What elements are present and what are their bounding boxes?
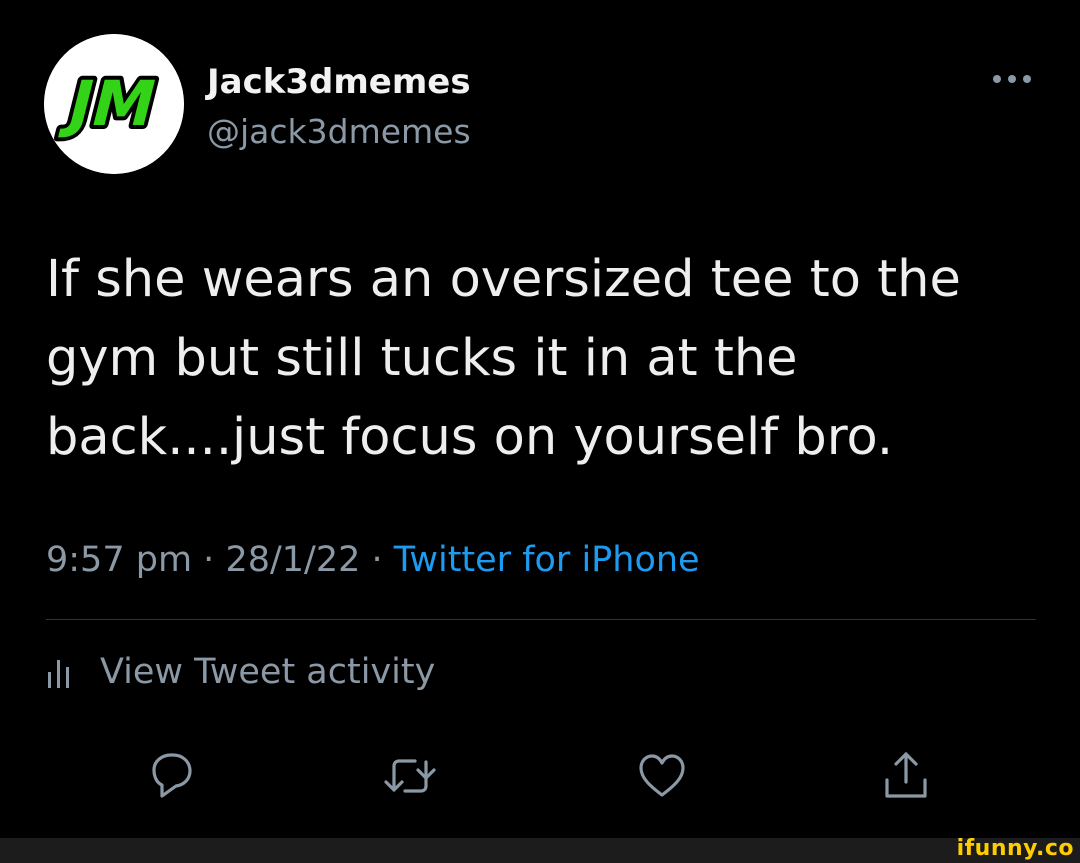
footer-bar (0, 838, 1080, 863)
watermark-logo: ifunny.co (956, 836, 1074, 861)
reply-button[interactable] (142, 746, 202, 806)
tweet-text-line: gym but still tucks it in at the (46, 329, 798, 388)
like-icon (639, 754, 685, 797)
meta-separator: · (360, 540, 394, 580)
meta-separator: · (192, 540, 226, 580)
retweet-icon (384, 759, 436, 793)
divider (46, 619, 1036, 620)
share-button[interactable] (876, 746, 936, 806)
reply-icon (152, 753, 192, 798)
avatar[interactable]: JM JM (44, 34, 184, 174)
activity-label: View Tweet activity (100, 652, 436, 692)
tweet-text: If she wears an oversized tee to the gym… (46, 240, 1036, 477)
retweet-button[interactable] (380, 746, 440, 806)
like-button[interactable] (632, 746, 692, 806)
jm-logo-icon: JM JM (44, 34, 184, 174)
user-handle[interactable]: @jack3dmemes (207, 112, 471, 151)
tweet-text-line: back....just focus on yourself bro. (46, 408, 894, 467)
more-icon (993, 75, 1031, 83)
tweet-date[interactable]: 28/1/22 (225, 540, 360, 580)
tweet-source-link[interactable]: Twitter for iPhone (394, 540, 700, 580)
more-options-button[interactable] (986, 66, 1038, 92)
tweet-text-line: If she wears an oversized tee to the (46, 250, 961, 309)
tweet-meta: 9:57 pm · 28/1/22 · Twitter for iPhone (46, 540, 700, 580)
tweet-card: JM JM Jack3dmemes @jack3dmemes If she we… (0, 0, 1080, 838)
tweet-time[interactable]: 9:57 pm (46, 540, 192, 580)
view-tweet-activity-link[interactable]: View Tweet activity (46, 652, 435, 692)
share-icon (885, 752, 927, 798)
stats-icon (48, 660, 69, 688)
display-name[interactable]: Jack3dmemes (207, 62, 471, 102)
